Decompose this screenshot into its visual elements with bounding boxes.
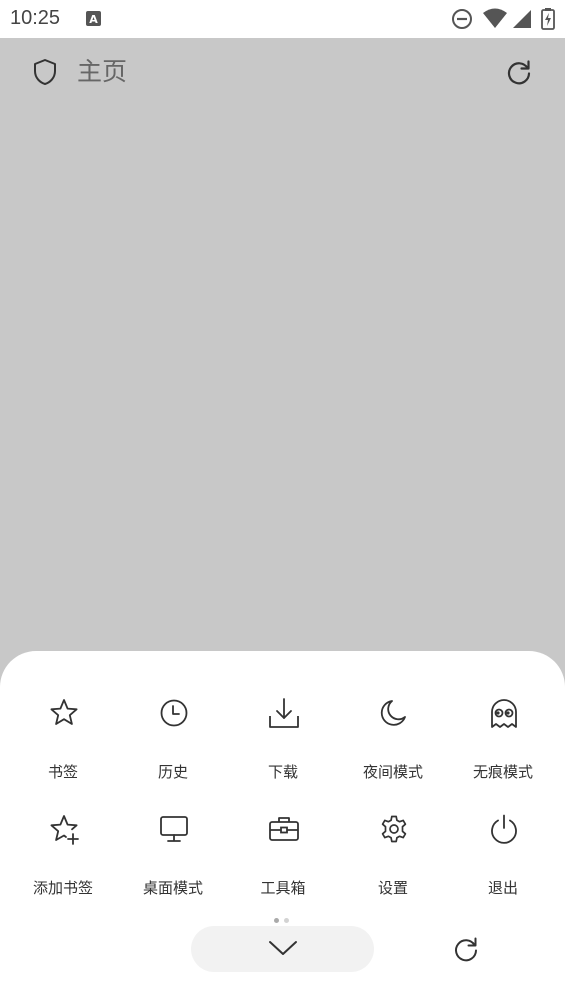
menu-item-exit[interactable]: 退出 — [448, 783, 558, 897]
shield-icon[interactable] — [30, 57, 60, 87]
menu-item-label: 无痕模式 — [472, 763, 533, 781]
status-time: 10:25 — [10, 7, 61, 29]
menu-item-toolbox[interactable]: 工具箱 — [228, 783, 338, 897]
address-bar[interactable]: 主页 — [0, 38, 565, 108]
page-indicator — [272, 917, 292, 925]
cell-signal-icon — [513, 10, 531, 28]
page-dot-active — [274, 918, 279, 923]
do-not-disturb-icon — [452, 9, 472, 29]
clock-icon — [160, 699, 188, 727]
collapse-menu-button[interactable] — [191, 926, 374, 972]
menu-item-add-bookmark[interactable]: 添加书签 — [8, 783, 118, 897]
address-title[interactable]: 主页 — [77, 56, 127, 88]
menu-item-desktop-mode[interactable]: 桌面模式 — [118, 783, 228, 897]
menu-item-label: 设置 — [377, 879, 408, 897]
moon-icon — [380, 700, 406, 726]
refresh-icon[interactable] — [452, 935, 480, 963]
keyboard-a-icon: A — [86, 11, 101, 26]
menu-item-night-mode[interactable]: 夜间模式 — [338, 667, 448, 781]
menu-item-label: 退出 — [487, 879, 518, 897]
menu-item-history[interactable]: 历史 — [118, 667, 228, 781]
svg-text:A: A — [89, 13, 98, 26]
menu-item-label: 添加书签 — [32, 879, 93, 897]
download-icon — [269, 698, 299, 728]
wifi-icon — [483, 8, 507, 28]
battery-charging-icon — [541, 8, 555, 30]
chevron-down-icon — [269, 941, 297, 955]
ghost-icon — [491, 699, 517, 728]
gear-icon — [381, 815, 407, 843]
power-icon — [491, 814, 517, 844]
star-icon — [50, 699, 78, 725]
menu-item-settings[interactable]: 设置 — [338, 783, 448, 897]
star-plus-icon — [50, 815, 79, 845]
menu-item-label: 夜间模式 — [362, 763, 423, 781]
menu-item-label: 工具箱 — [260, 879, 306, 897]
menu-item-label: 桌面模式 — [142, 879, 203, 897]
menu-item-incognito[interactable]: 无痕模式 — [448, 667, 558, 781]
menu-item-label: 书签 — [47, 763, 78, 781]
menu-item-label: 下载 — [267, 763, 298, 781]
menu-item-bookmarks[interactable]: 书签 — [8, 667, 118, 781]
status-bar: 10:25 A — [0, 0, 565, 38]
page-dot — [284, 918, 289, 923]
monitor-icon — [160, 816, 188, 842]
toolbox-icon — [269, 817, 299, 841]
menu-item-label: 历史 — [157, 763, 188, 781]
menu-item-downloads[interactable]: 下载 — [228, 667, 338, 781]
reload-icon[interactable] — [505, 58, 533, 86]
